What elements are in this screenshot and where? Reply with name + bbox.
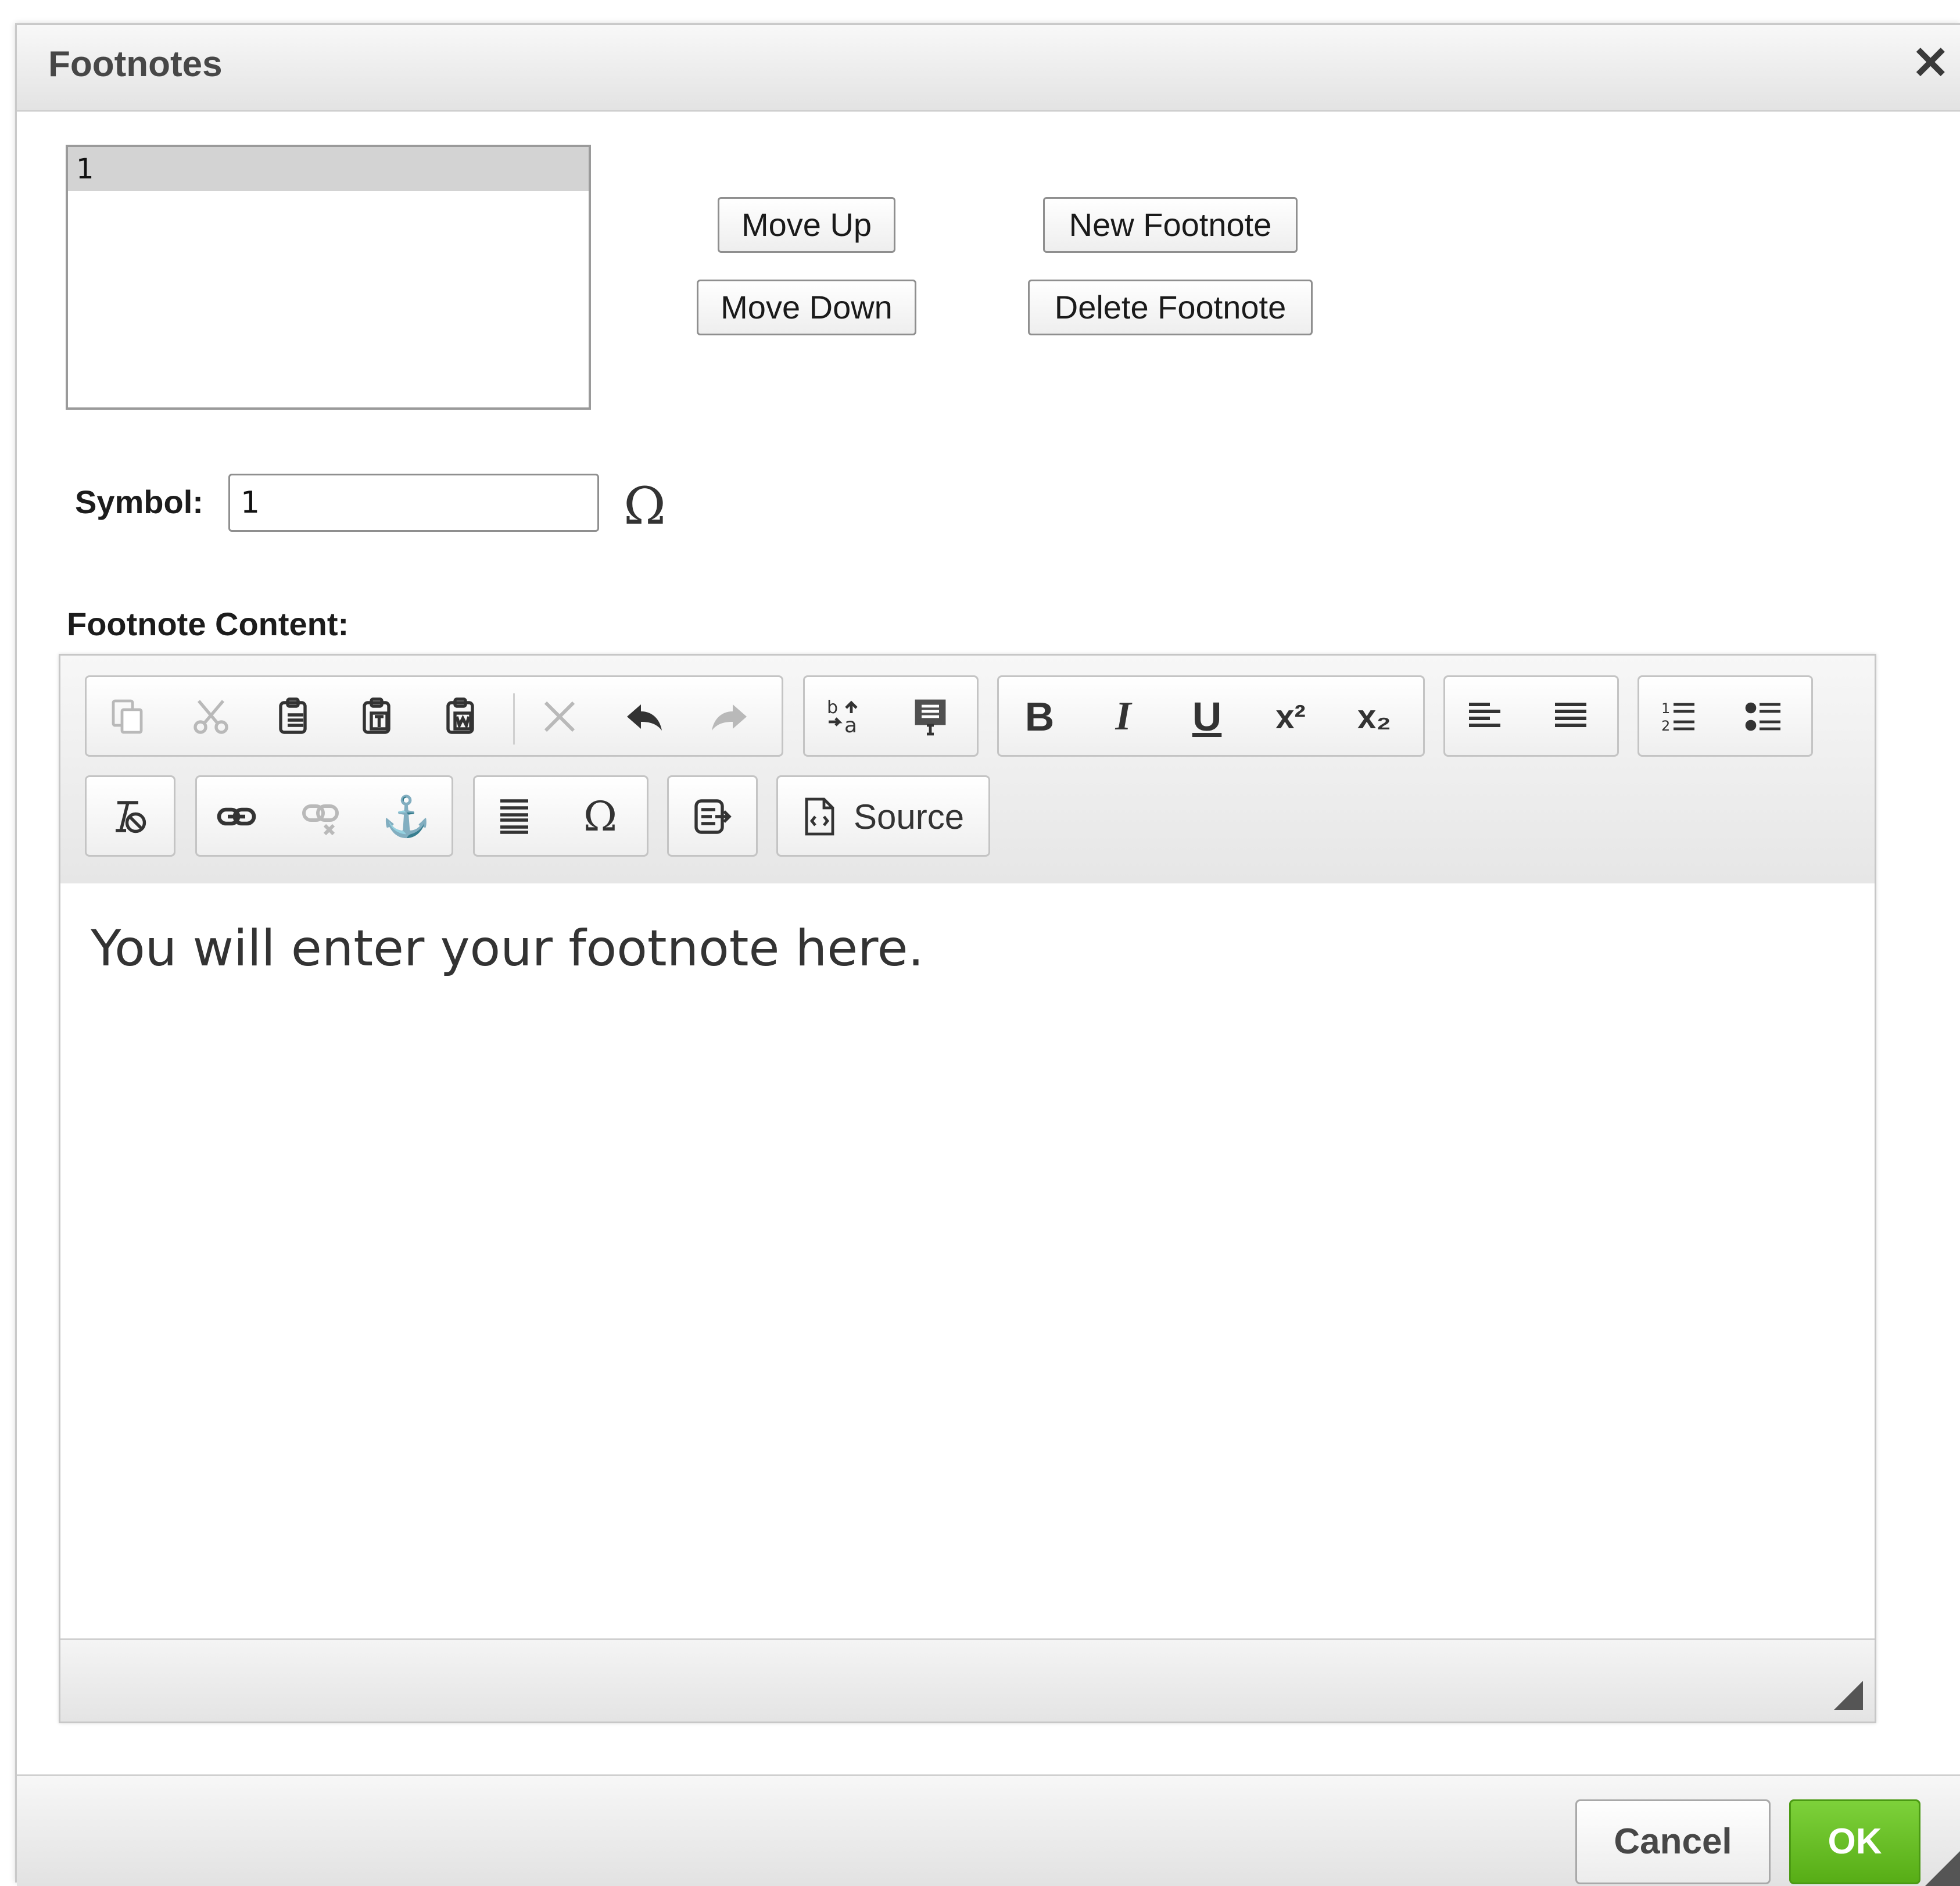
- bold-icon[interactable]: B: [1016, 693, 1063, 740]
- editor-status-bar: [60, 1638, 1875, 1722]
- toolbar-group-align: [1443, 675, 1619, 757]
- replace-icon[interactable]: ba: [821, 693, 868, 740]
- toolbar-group-clipboard: [85, 675, 783, 757]
- editor-content-area[interactable]: You will enter your footnote here.: [60, 883, 1875, 1637]
- select-all-icon[interactable]: [907, 693, 954, 740]
- italic-icon[interactable]: I: [1100, 693, 1146, 740]
- svg-text:1: 1: [1661, 700, 1670, 717]
- special-char-icon[interactable]: Ω: [624, 476, 666, 536]
- template-icon[interactable]: [689, 793, 735, 840]
- toolbar-group-basicstyles: B I U x² x₂: [997, 675, 1425, 757]
- new-footnote-button[interactable]: New Footnote: [1043, 197, 1298, 253]
- superscript-icon[interactable]: x²: [1267, 693, 1314, 740]
- toolbar-group-links: ⚓: [195, 775, 453, 857]
- cancel-button[interactable]: Cancel: [1575, 1799, 1771, 1884]
- toolbar-group-lists: 12: [1637, 675, 1813, 757]
- undo-icon[interactable]: [621, 693, 668, 740]
- delete-footnote-button[interactable]: Delete Footnote: [1028, 280, 1313, 335]
- dialog-footer: Cancel OK: [17, 1774, 1960, 1886]
- dialog-resize-handle[interactable]: [1925, 1851, 1960, 1886]
- rich-text-editor: ba B I U x² x₂ 1 2 ⚓ Ω Source You will e…: [59, 654, 1876, 1723]
- remove-format-icon[interactable]: [536, 693, 583, 740]
- ok-button[interactable]: OK: [1789, 1799, 1920, 1884]
- dialog-title-bar[interactable]: Footnotes ✕: [17, 25, 1960, 112]
- redo-icon[interactable]: [706, 693, 753, 740]
- source-button[interactable]: Source: [776, 775, 990, 857]
- toolbar-separator: [513, 693, 515, 745]
- symbol-label: Symbol:: [75, 484, 203, 520]
- paste-text-icon[interactable]: [355, 693, 402, 740]
- unlink-icon[interactable]: [298, 793, 345, 840]
- horizontal-rule-icon[interactable]: [491, 793, 538, 840]
- source-label: Source: [854, 797, 965, 836]
- symbol-input[interactable]: [228, 474, 599, 532]
- align-left-icon[interactable]: [1461, 693, 1508, 740]
- close-icon[interactable]: ✕: [1912, 37, 1950, 90]
- clear-formatting-icon[interactable]: [106, 793, 153, 840]
- toolbar-group-clear: [85, 775, 175, 857]
- bulleted-list-icon[interactable]: [1742, 693, 1788, 740]
- move-up-button[interactable]: Move Up: [718, 197, 895, 253]
- subscript-icon[interactable]: x₂: [1351, 693, 1398, 740]
- svg-text:a: a: [844, 714, 857, 738]
- svg-text:b: b: [827, 697, 838, 718]
- copy-icon[interactable]: [104, 693, 151, 740]
- editor-resize-handle[interactable]: [1834, 1681, 1863, 1710]
- source-icon: [796, 793, 842, 840]
- footnote-content-label: Footnote Content:: [67, 606, 349, 642]
- numbered-list-icon[interactable]: 12: [1656, 693, 1702, 740]
- editor-toolbar: ba B I U x² x₂ 1 2 ⚓ Ω Source: [60, 656, 1875, 885]
- footnote-content-text[interactable]: You will enter your footnote here.: [91, 919, 924, 978]
- svg-text:2: 2: [1661, 718, 1670, 734]
- anchor-icon[interactable]: ⚓: [382, 793, 431, 840]
- underline-icon[interactable]: U: [1184, 693, 1230, 740]
- paste-icon[interactable]: [271, 693, 318, 740]
- link-icon[interactable]: [213, 793, 260, 840]
- paste-word-icon[interactable]: [439, 693, 485, 740]
- footnotes-dialog: Footnotes ✕ 1 Move Up Move Down New Foot…: [15, 23, 1960, 1886]
- toolbar-group-find: ba: [803, 675, 979, 757]
- dialog-title: Footnotes: [48, 44, 223, 84]
- footnote-listbox[interactable]: 1: [66, 145, 591, 410]
- move-down-button[interactable]: Move Down: [697, 280, 916, 335]
- justify-icon[interactable]: [1547, 693, 1594, 740]
- toolbar-group-insert: Ω: [473, 775, 648, 857]
- special-char-icon[interactable]: Ω: [577, 793, 624, 840]
- toolbar-group-template: [667, 775, 758, 857]
- footnote-list-item[interactable]: 1: [68, 147, 589, 191]
- cut-icon[interactable]: [188, 693, 234, 740]
